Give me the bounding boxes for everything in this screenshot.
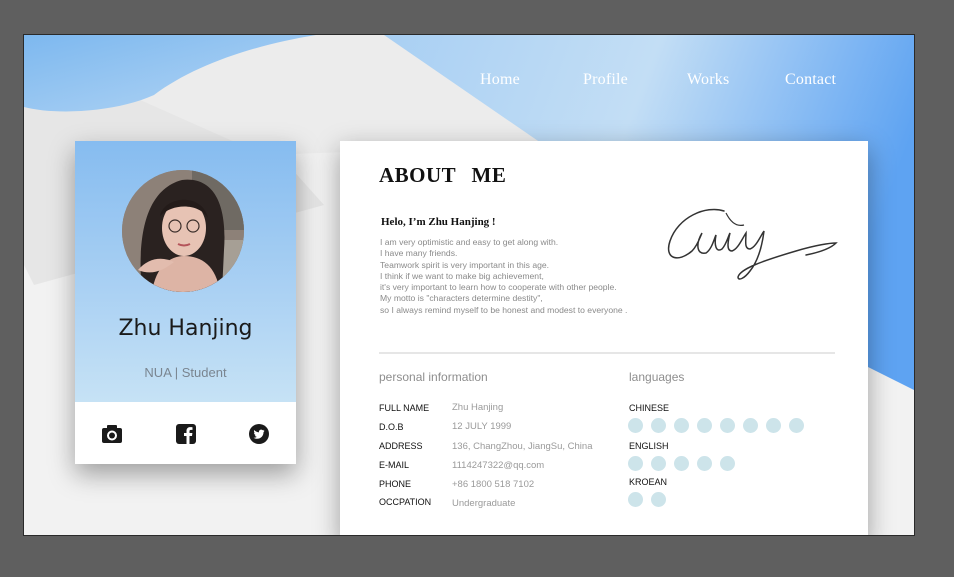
language-level-dot: [674, 418, 689, 433]
language-korean-label: KROEAN: [629, 477, 668, 487]
language-level-dot: [628, 492, 643, 507]
profile-card-header: Zhu Hanjing NUA | Student: [75, 141, 296, 402]
intro-line: so I always remind myself to be honest a…: [380, 304, 628, 315]
avatar: [122, 170, 244, 292]
nav-works[interactable]: Works: [687, 71, 729, 89]
language-level-dot: [743, 418, 758, 433]
language-level-dot: [674, 456, 689, 471]
info-value-phone: +86 1800 518 7102: [452, 479, 535, 490]
info-label-occupation: OCCPATION: [379, 497, 432, 507]
info-value-occupation: Undergraduate: [452, 498, 516, 509]
info-label-dob: D.O.B: [379, 422, 404, 432]
intro-line: My motto is "characters determine destit…: [380, 293, 543, 304]
intro-line: I think if we want to make big achieveme…: [380, 270, 544, 281]
main-nav: Home Profile Works Contact: [24, 71, 914, 95]
info-value-fullname: Zhu Hanjing: [452, 402, 504, 413]
info-label-phone: PHONE: [379, 479, 412, 489]
nav-profile[interactable]: Profile: [583, 71, 628, 89]
social-links: [75, 402, 296, 464]
intro-line: I am very optimistic and easy to get alo…: [380, 237, 559, 247]
nav-contact[interactable]: Contact: [785, 71, 836, 89]
language-level-dot: [628, 418, 643, 433]
intro-line: I have many friends.: [380, 248, 458, 259]
language-level-dot: [720, 418, 735, 433]
profile-card: Zhu Hanjing NUA | Student: [75, 141, 296, 464]
intro-text: I am very optimistic and easy to get alo…: [380, 237, 680, 316]
languages-title: languages: [629, 370, 685, 384]
intro-line: it's very important to learn how to coop…: [380, 282, 617, 293]
language-english-label: ENGLISH: [629, 441, 669, 451]
avatar-photo: [122, 170, 244, 292]
info-value-email: 1114247322@qq.com: [452, 460, 545, 471]
personal-info-title: personal information: [379, 370, 488, 384]
profile-role: NUA | Student: [144, 365, 227, 380]
info-value-address: 136, ChangZhou, JiangSu, China: [452, 441, 593, 452]
language-level-dot: [697, 456, 712, 471]
info-value-dob: 12 JULY 1999: [452, 421, 512, 432]
info-label-email: E-MAIL: [379, 460, 410, 470]
nav-home[interactable]: Home: [480, 71, 520, 89]
camera-icon[interactable]: [101, 423, 123, 445]
language-level-dot: [651, 492, 666, 507]
signature-image: [667, 208, 838, 280]
greeting: Helo, I’m Zhu Hanjing !: [381, 216, 496, 228]
language-level-dot: [697, 418, 712, 433]
intro-line: Teamwork spirit is very important in thi…: [380, 259, 550, 270]
language-level-dot: [766, 418, 781, 433]
language-level-dot: [651, 418, 666, 433]
language-level-dot: [789, 418, 804, 433]
twitter-icon[interactable]: [248, 423, 270, 445]
info-label-address: ADDRESS: [379, 441, 423, 451]
profile-name: Zhu Hanjing: [118, 316, 253, 341]
facebook-icon[interactable]: [175, 423, 197, 445]
language-chinese-label: CHINESE: [629, 403, 670, 413]
info-label-fullname: FULL NAME: [379, 403, 430, 413]
language-level-dot: [628, 456, 643, 471]
about-title: ABOUT ME: [379, 163, 507, 187]
page-canvas: Home Profile Works Contact Zhu Hanjing N…: [23, 34, 915, 536]
section-divider: [379, 352, 835, 354]
language-level-dot: [651, 456, 666, 471]
about-panel: ABOUT ME Helo, I’m Zhu Hanjing ! I am ve…: [340, 141, 868, 535]
language-level-dot: [720, 456, 735, 471]
